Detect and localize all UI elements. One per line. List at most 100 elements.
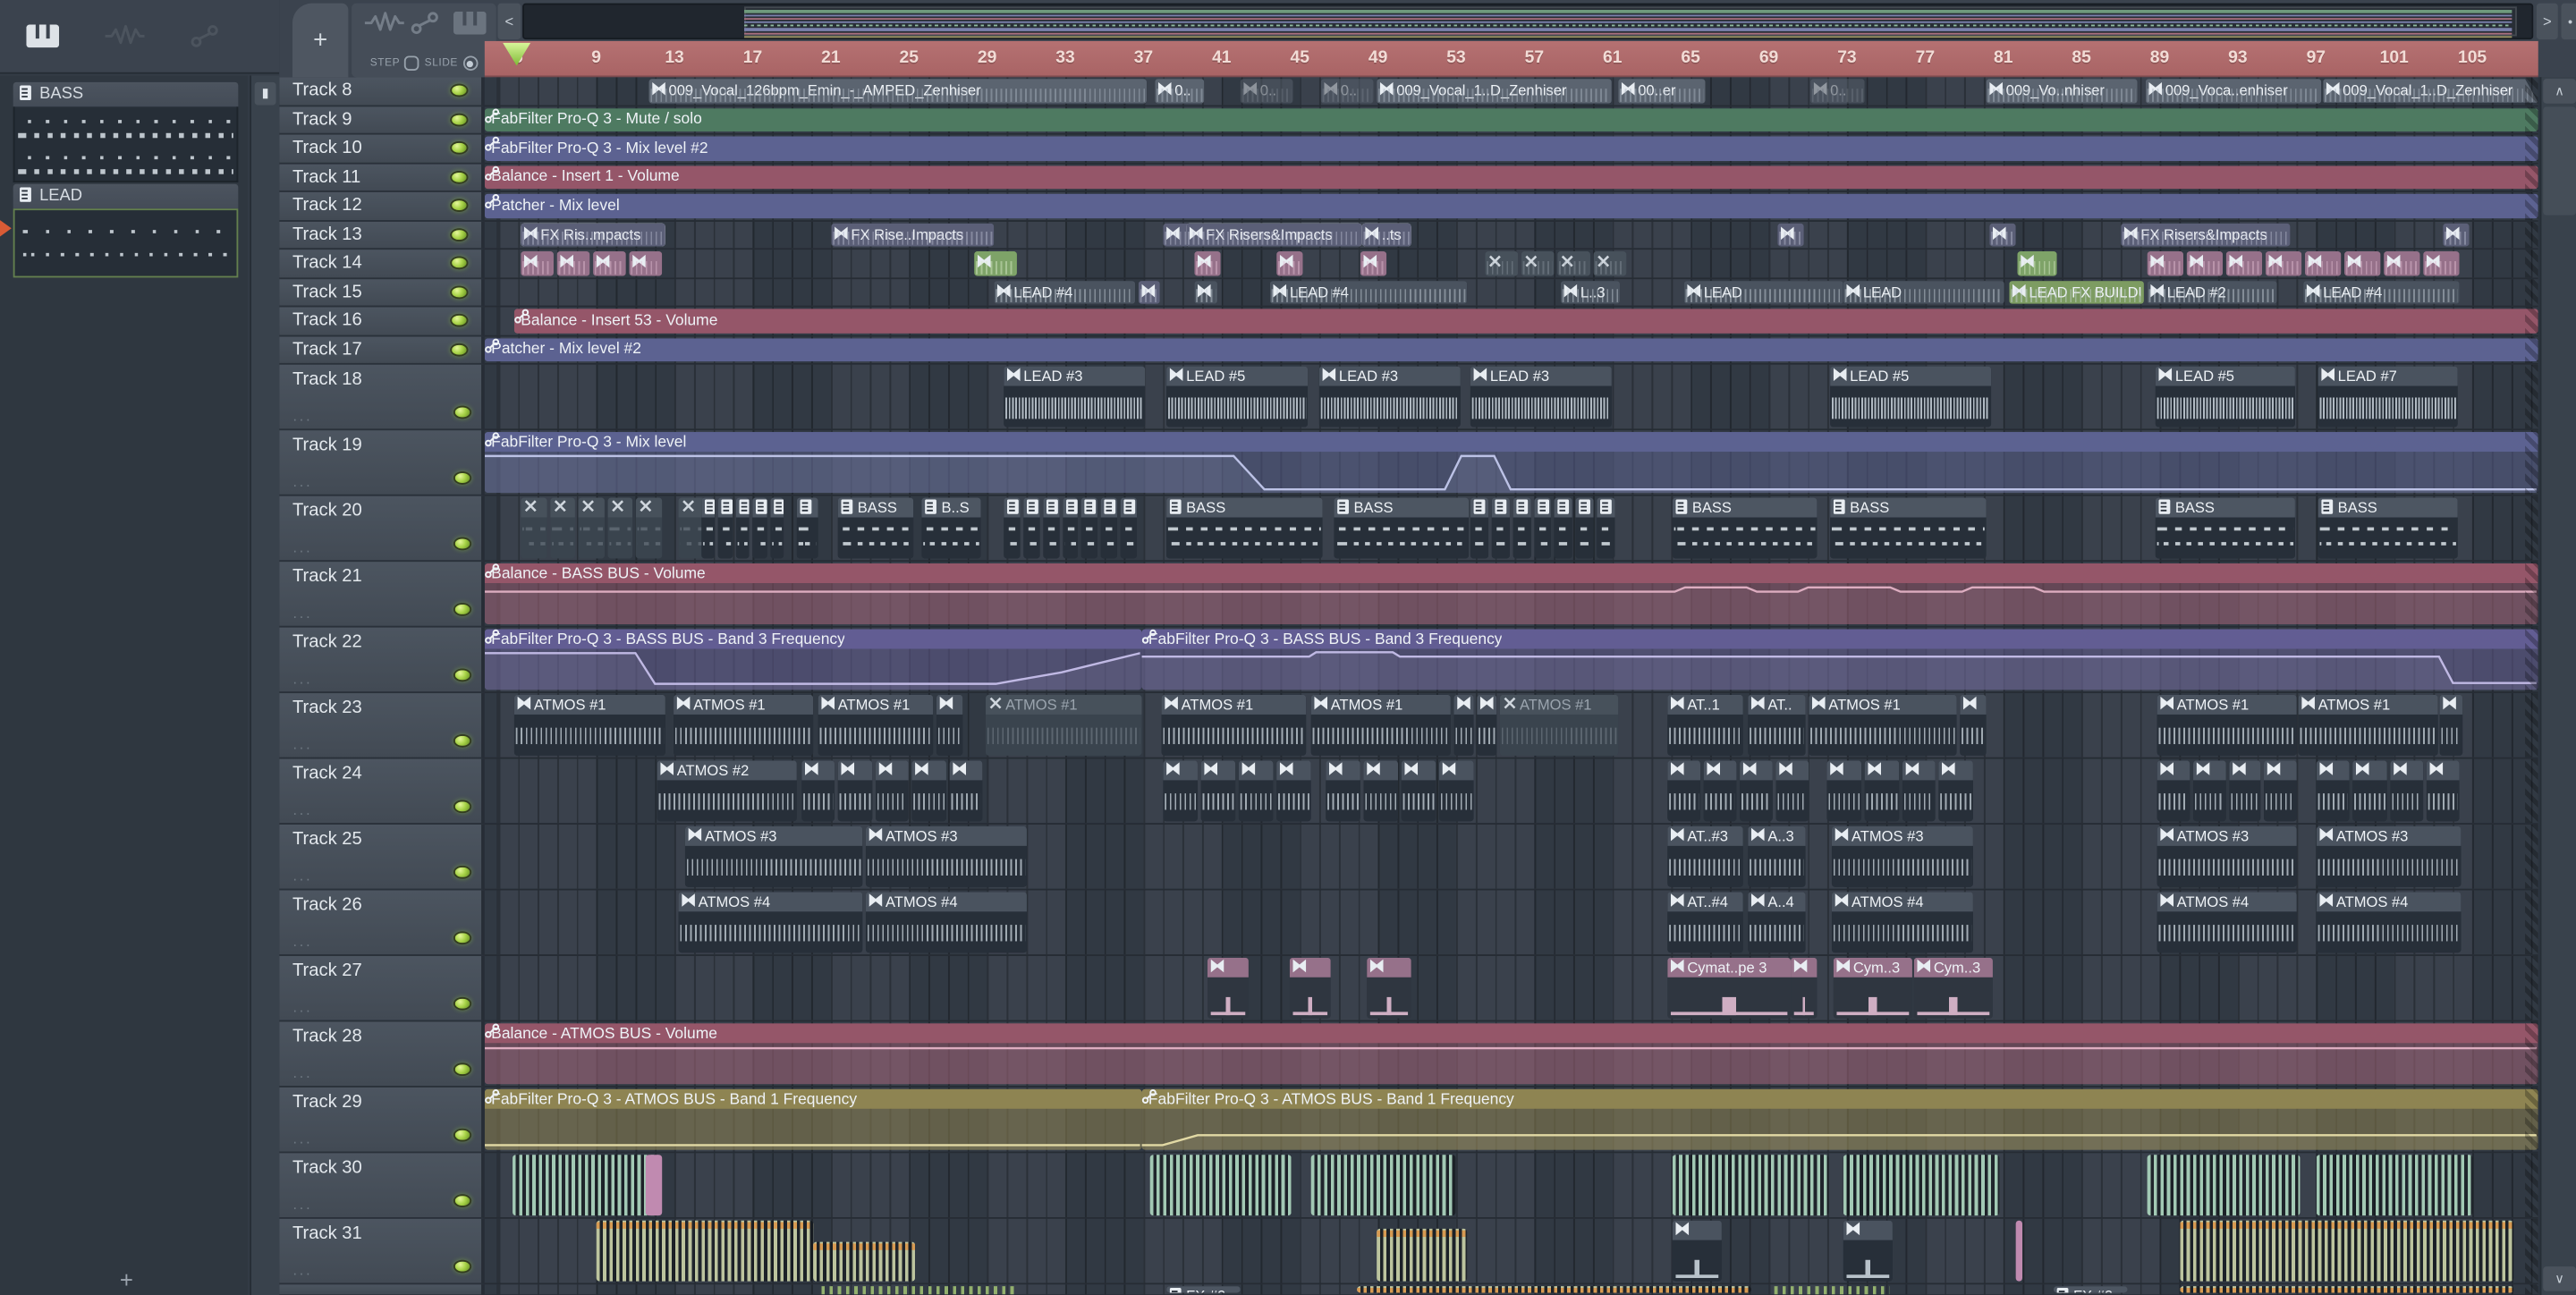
audio-clip[interactable]: ATMOS #1 xyxy=(1310,694,1451,756)
track-lane[interactable]: LEAD #4LEAD #4L..3LEADLEADLEAD FX BUILDU… xyxy=(484,278,2538,308)
audio-clip[interactable] xyxy=(596,1220,814,1282)
track-lane[interactable]: FabFilter Pro-Q 3 - Mute / solo xyxy=(484,106,2538,135)
mute-led[interactable] xyxy=(453,668,472,682)
track-lane[interactable] xyxy=(484,1218,2538,1285)
audio-clip[interactable] xyxy=(1477,694,1497,756)
track-header[interactable]: Track 14 xyxy=(279,250,485,279)
pattern-clip[interactable] xyxy=(752,497,767,559)
audio-clip[interactable] xyxy=(1363,760,1399,822)
audio-clip[interactable] xyxy=(1843,1220,1893,1282)
audio-clip[interactable] xyxy=(1960,694,1987,756)
audio-clip[interactable]: FX Risers&Impacts xyxy=(1186,222,1362,247)
audio-clip[interactable]: LEAD FX BUILDUP xyxy=(2009,280,2144,304)
pattern-clip[interactable] xyxy=(1042,497,1059,559)
track-grip[interactable]: ··· xyxy=(292,673,312,690)
track-lane[interactable]: Balance - Insert 1 - Volume xyxy=(484,163,2538,192)
scroll-handle[interactable] xyxy=(2543,106,2576,216)
audio-clip[interactable]: LEAD #7 xyxy=(2318,366,2458,427)
automation-icon[interactable] xyxy=(191,25,220,56)
audio-clip[interactable]: ATMOS #1 xyxy=(986,694,1142,756)
automation-clip[interactable]: FabFilter Pro-Q 3 - ATMOS BUS - Band 1 F… xyxy=(484,1088,1142,1150)
audio-clip[interactable]: LEAD #5 xyxy=(1166,366,1309,427)
track-lane[interactable]: Patcher - Mix level #2 xyxy=(484,335,2538,365)
audio-clip[interactable] xyxy=(948,760,983,822)
scroll-left-button[interactable]: < xyxy=(497,3,521,40)
audio-clip[interactable]: 0.. xyxy=(1240,79,1293,103)
track-grip[interactable]: ··· xyxy=(292,411,312,427)
audio-clip[interactable] xyxy=(1672,1155,1829,1216)
audio-clip[interactable] xyxy=(1521,251,1555,275)
audio-clip[interactable] xyxy=(1777,222,1804,247)
track-lane[interactable] xyxy=(484,1153,2538,1219)
audio-clip[interactable]: 0.. xyxy=(1155,79,1205,103)
track-header[interactable]: Track 16 xyxy=(279,307,485,336)
scroll-up-button[interactable]: ∧ xyxy=(2543,79,2576,104)
mute-led[interactable] xyxy=(453,1062,472,1077)
options-button[interactable]: • xyxy=(2561,3,2576,40)
audio-clip[interactable]: FX Rise..Impacts xyxy=(831,222,995,247)
audio-clip[interactable] xyxy=(2265,251,2302,275)
mute-led[interactable] xyxy=(453,603,472,616)
track-grip[interactable]: ··· xyxy=(292,740,312,756)
automation-clip[interactable]: Balance - Insert 53 - Volume xyxy=(513,309,2538,333)
audio-clip[interactable] xyxy=(2316,1155,2473,1216)
track-header-partial[interactable] xyxy=(279,1284,485,1295)
audio-clip[interactable]: AT.. xyxy=(1748,694,1806,756)
audio-clip[interactable] xyxy=(2157,760,2190,822)
audio-clip[interactable] xyxy=(2423,251,2460,275)
audio-clip[interactable]: ATMOS #1 xyxy=(1161,694,1307,756)
track-header[interactable]: Track 28 ··· xyxy=(279,1021,485,1088)
track-header[interactable]: Track 12 xyxy=(279,191,485,222)
track-header[interactable]: Track 31 ··· xyxy=(279,1218,485,1285)
track-header[interactable]: Track 20 ··· xyxy=(279,495,485,563)
slide-toggle[interactable] xyxy=(462,55,479,71)
pattern-clip[interactable] xyxy=(549,497,576,559)
clip-fragment[interactable] xyxy=(1774,1285,1890,1294)
audio-clip[interactable]: LEAD #3 xyxy=(1318,366,1461,427)
track-lane[interactable]: Balance - ATMOS BUS - Volume xyxy=(484,1021,2538,1088)
audio-clip[interactable] xyxy=(1310,1155,1456,1216)
audio-clip[interactable]: Cym..3 xyxy=(1913,957,1993,1019)
track-lane[interactable]: FabFilter Pro-Q 3 - Mix level xyxy=(484,430,2538,496)
track-header[interactable]: Track 30 ··· xyxy=(279,1153,485,1219)
audio-clip[interactable] xyxy=(2147,1155,2301,1216)
piano-icon[interactable] xyxy=(453,11,487,43)
pattern-clip[interactable]: BASS xyxy=(2155,497,2295,559)
audio-clip[interactable] xyxy=(1775,760,1809,822)
track-header[interactable]: Track 13 xyxy=(279,221,485,250)
mute-led[interactable] xyxy=(453,931,472,945)
mute-led[interactable] xyxy=(453,471,472,485)
step-toggle[interactable] xyxy=(404,55,420,71)
audio-clip[interactable]: 009_Vocal_1..D_Zenhiser xyxy=(1377,79,1612,103)
audio-clip[interactable] xyxy=(1194,251,1221,275)
track-grip[interactable]: ··· xyxy=(292,805,312,821)
audio-clip[interactable]: ATMOS #1 xyxy=(674,694,814,756)
pattern-clip[interactable] xyxy=(1081,497,1098,559)
wave-icon[interactable] xyxy=(105,24,145,56)
audio-clip[interactable] xyxy=(1289,957,1331,1019)
audio-clip[interactable]: LEAD #5 xyxy=(2155,366,2295,427)
audio-clip[interactable]: ATMOS #3 xyxy=(1831,825,1973,887)
track-lane[interactable]: Patcher - Mix level xyxy=(484,191,2538,222)
audio-clip[interactable] xyxy=(1360,251,1387,275)
track-header[interactable]: Track 10 xyxy=(279,134,485,164)
audio-clip[interactable] xyxy=(2228,760,2261,822)
automation-clip[interactable]: FabFilter Pro-Q 3 - BASS BUS - Band 3 Fr… xyxy=(484,629,1142,690)
audio-clip[interactable] xyxy=(974,251,1017,275)
audio-clip[interactable] xyxy=(2316,760,2350,822)
playhead-marker-icon[interactable] xyxy=(503,42,531,66)
track-lane[interactable]: 009_Vocal_126bpm_Emin_-_AMPED_Zenhiser 0.… xyxy=(484,77,2538,106)
audio-clip[interactable] xyxy=(1453,694,1474,756)
audio-clip[interactable]: ATMOS #1 xyxy=(1499,694,1619,756)
audio-clip[interactable]: ATMOS #4 xyxy=(865,892,1027,953)
pattern-clip[interactable] xyxy=(1101,497,1118,559)
track-header[interactable]: Track 22 ··· xyxy=(279,627,485,694)
audio-clip[interactable] xyxy=(2017,251,2057,275)
automation-clip[interactable]: FabFilter Pro-Q 3 - BASS BUS - Band 3 Fr… xyxy=(1141,629,2538,690)
track-header[interactable]: Track 11 xyxy=(279,163,485,192)
piano-icon[interactable] xyxy=(26,24,60,56)
audio-clip[interactable] xyxy=(801,760,835,822)
audio-clip[interactable] xyxy=(1938,760,1973,822)
audio-clip[interactable]: ATMOS #1 xyxy=(1809,694,1957,756)
audio-clip[interactable] xyxy=(1703,760,1737,822)
